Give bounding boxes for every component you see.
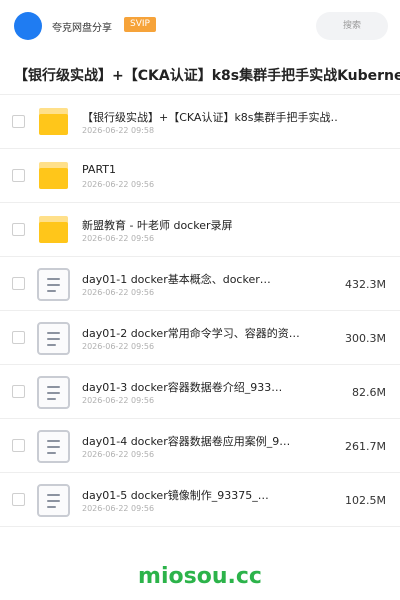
svip-badge: SVIP	[124, 17, 156, 32]
header: 夸克网盘分享 SVIP	[0, 0, 400, 52]
file-name[interactable]: 【银行级实战】+【CKA认证】k8s集群手把手实战…	[82, 109, 337, 125]
file-name[interactable]: day01-5 docker镜像制作_93375_…	[82, 487, 337, 503]
folder-icon	[39, 216, 68, 243]
avatar[interactable]	[14, 12, 42, 40]
file-date: 2026-06-22 09:56	[82, 288, 155, 297]
folder-icon	[39, 108, 68, 135]
list-item[interactable]: day01-2 docker常用命令学习、容器的资… 2026-06-22 09:…	[0, 311, 400, 365]
list-item[interactable]: 【银行级实战】+【CKA认证】k8s集群手把手实战… 2026-06-22 09:…	[0, 95, 400, 149]
file-size: 82.6M	[352, 386, 386, 399]
file-date: 2026-06-22 09:56	[82, 396, 155, 405]
file-date: 2026-06-22 09:56	[82, 180, 155, 189]
row-checkbox[interactable]	[12, 493, 25, 506]
file-name[interactable]: PART1	[82, 163, 337, 176]
file-date: 2026-06-22 09:58	[82, 126, 155, 135]
row-checkbox[interactable]	[12, 169, 25, 182]
app-title: 夸克网盘分享	[52, 23, 112, 34]
document-icon	[37, 376, 70, 409]
file-name[interactable]: day01-4 docker容器数据卷应用案例_9…	[82, 433, 337, 449]
file-name[interactable]: day01-3 docker容器数据卷介绍_933…	[82, 379, 337, 395]
file-name[interactable]: day01-1 docker基本概念、docker…	[82, 271, 337, 287]
folder-icon	[39, 162, 68, 189]
page-title: 【银行级实战】+【CKA认证】k8s集群手把手实战Kubernetes	[14, 68, 400, 84]
file-date: 2026-06-22 09:56	[82, 342, 155, 351]
list-item[interactable]: day01-4 docker容器数据卷应用案例_9… 2026-06-22 09:…	[0, 419, 400, 473]
file-size: 261.7M	[345, 440, 386, 453]
document-icon	[37, 430, 70, 463]
document-icon	[37, 268, 70, 301]
file-list: 【银行级实战】+【CKA认证】k8s集群手把手实战… 2026-06-22 09:…	[0, 95, 400, 527]
list-item[interactable]: day01-1 docker基本概念、docker… 2026-06-22 09:…	[0, 257, 400, 311]
file-name[interactable]: 新盟教育 - 叶老师 docker录屏	[82, 217, 337, 233]
document-icon	[37, 484, 70, 517]
file-size: 102.5M	[345, 494, 386, 507]
file-date: 2026-06-22 09:56	[82, 450, 155, 459]
row-checkbox[interactable]	[12, 439, 25, 452]
document-icon	[37, 322, 70, 355]
file-size: 300.3M	[345, 332, 386, 345]
list-item[interactable]: day01-5 docker镜像制作_93375_… 2026-06-22 09:…	[0, 473, 400, 527]
row-checkbox[interactable]	[12, 331, 25, 344]
row-checkbox[interactable]	[12, 223, 25, 236]
row-checkbox[interactable]	[12, 385, 25, 398]
list-item[interactable]: PART1 2026-06-22 09:56	[0, 149, 400, 203]
file-date: 2026-06-22 09:56	[82, 504, 155, 513]
search-input[interactable]	[316, 12, 388, 40]
watermark: miosou.cc	[138, 564, 262, 589]
file-size: 432.3M	[345, 278, 386, 291]
row-checkbox[interactable]	[12, 115, 25, 128]
file-date: 2026-06-22 09:56	[82, 234, 155, 243]
list-item[interactable]: 新盟教育 - 叶老师 docker录屏 2026-06-22 09:56	[0, 203, 400, 257]
file-name[interactable]: day01-2 docker常用命令学习、容器的资…	[82, 325, 337, 341]
row-checkbox[interactable]	[12, 277, 25, 290]
list-item[interactable]: day01-3 docker容器数据卷介绍_933… 2026-06-22 09:…	[0, 365, 400, 419]
